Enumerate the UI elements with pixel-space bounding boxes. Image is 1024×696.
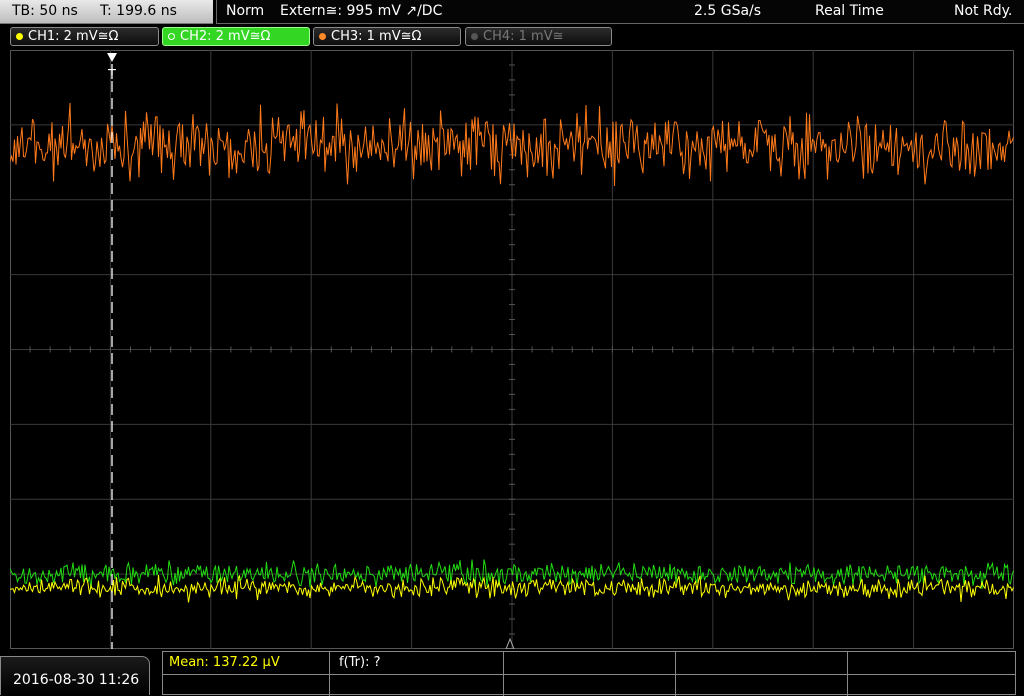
channel-label: CH4: 1 mV≅ xyxy=(483,29,564,44)
trigger-marker-label: T xyxy=(107,68,116,83)
acquisition-status: Not Rdy. xyxy=(954,3,1013,19)
channel-tab-ch2[interactable]: CH2: 2 mV≅Ω xyxy=(162,27,310,46)
measurement-divider xyxy=(329,652,330,696)
channel-tab-ch1[interactable]: CH1: 2 mV≅Ω xyxy=(10,27,159,46)
acquisition-mode: Real Time xyxy=(815,3,884,19)
measurement-divider xyxy=(847,652,848,696)
timebase-panel[interactable]: TB: 50 ns T: 199.6 ns xyxy=(0,0,213,24)
sample-rate: 2.5 GSa/s xyxy=(694,3,762,19)
measurement-panel[interactable]: Mean: 137.22 µV f(Tr): ? xyxy=(162,651,1016,696)
trigger-source: Extern≅: 995 mV ↗/DC xyxy=(280,3,443,19)
trigger-level-arrow-icon[interactable] xyxy=(505,637,515,649)
channel-tab-ch3[interactable]: CH3: 1 mV≅Ω xyxy=(313,27,461,46)
waveform-canvas: T xyxy=(10,50,1014,649)
datetime-panel: 2016-08-30 11:26 xyxy=(0,656,150,695)
measurement-divider xyxy=(503,652,504,696)
datetime: 2016-08-30 11:26 xyxy=(13,672,140,688)
ch2-color-dot-icon xyxy=(168,33,175,40)
mean-measurement: Mean: 137.22 µV xyxy=(169,655,280,670)
trigger-time-value: T: 199.6 ns xyxy=(100,3,177,19)
ch1-color-dot-icon xyxy=(16,33,23,40)
channel-label: CH3: 1 mV≅Ω xyxy=(331,29,422,44)
ch3-color-dot-icon xyxy=(319,33,326,40)
trigger-mode: Norm xyxy=(226,3,265,19)
rise-frequency-measurement: f(Tr): ? xyxy=(339,655,381,670)
channel-label: CH2: 2 mV≅Ω xyxy=(180,29,271,44)
timebase-value: TB: 50 ns xyxy=(12,3,78,19)
trigger-position-arrow-icon[interactable] xyxy=(107,53,117,62)
channel-label: CH1: 2 mV≅Ω xyxy=(28,29,119,44)
status-bar: TB: 50 ns T: 199.6 ns Norm Extern≅: 995 … xyxy=(0,0,1024,25)
channel-tab-ch4[interactable]: CH4: 1 mV≅ xyxy=(465,27,612,46)
trigger-status-panel[interactable]: Norm Extern≅: 995 mV ↗/DC 2.5 GSa/s Real… xyxy=(216,0,1024,24)
ch4-color-dot-icon xyxy=(471,33,478,40)
measurement-divider xyxy=(163,674,1015,675)
measurement-divider xyxy=(675,652,676,696)
waveform-display[interactable]: T xyxy=(10,50,1014,649)
